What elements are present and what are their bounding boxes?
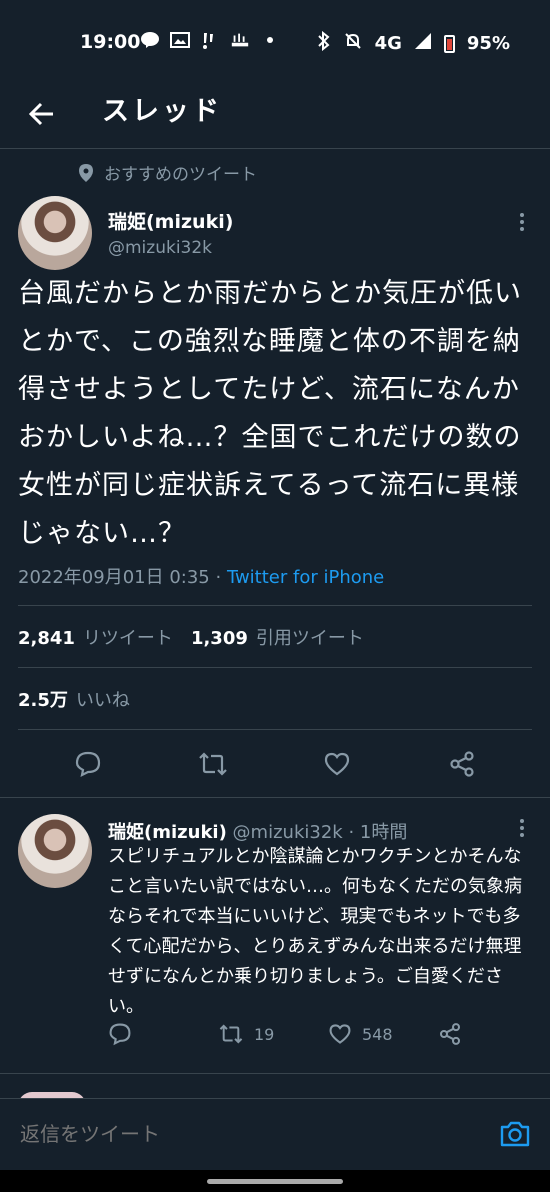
line-icon bbox=[140, 30, 160, 50]
battery-percent: 95% bbox=[466, 33, 510, 54]
heart-icon bbox=[325, 752, 350, 776]
reply-compose-bar bbox=[0, 1098, 550, 1171]
status-icons-right: 4G 95% bbox=[317, 30, 510, 56]
reply-retweet-count: 19 bbox=[254, 1024, 275, 1044]
divider bbox=[18, 605, 532, 606]
retweet-icon bbox=[219, 1024, 243, 1044]
tweet-meta: 2022年09月01日 0:35 · Twitter for iPhone bbox=[18, 563, 384, 589]
recommended-label: おすすめのツイート bbox=[78, 160, 257, 185]
status-icons-left bbox=[140, 30, 280, 50]
reply-like-count: 548 bbox=[362, 1024, 393, 1044]
comment-icon bbox=[76, 751, 101, 777]
divider bbox=[18, 667, 532, 668]
share-icon bbox=[450, 751, 474, 777]
quotes-stat[interactable]: 1,309 引用ツイート bbox=[191, 628, 364, 649]
likes-label: いいね bbox=[75, 690, 130, 711]
divider bbox=[0, 1073, 550, 1074]
reply-time: · 1時間 bbox=[348, 822, 408, 843]
reply-author-name[interactable]: 瑞姫(mizuki) bbox=[108, 822, 227, 843]
thread-header: スレッド bbox=[0, 84, 550, 149]
recommended-text: おすすめのツイート bbox=[104, 165, 257, 185]
reply-text: スピリチュアルとか陰謀論とかワクチンとかそんなこと言いたい訳ではない…。何もなく… bbox=[108, 846, 522, 1017]
more-vertical-icon bbox=[520, 213, 524, 231]
likes-stat[interactable]: 2.5万 いいね bbox=[18, 686, 130, 712]
retweets-label: リツイート bbox=[82, 628, 173, 649]
tweet-date[interactable]: 2022年09月01日 0:35 bbox=[18, 567, 210, 588]
home-gesture-pill[interactable] bbox=[207, 1179, 343, 1184]
tweet-actions bbox=[0, 744, 550, 784]
system-nav-bar bbox=[0, 1170, 550, 1192]
sports-icon bbox=[200, 30, 220, 50]
reply-reply-button[interactable] bbox=[108, 1022, 218, 1046]
more-options-button[interactable] bbox=[517, 212, 527, 232]
page-title: スレッド bbox=[102, 96, 222, 127]
divider bbox=[0, 797, 550, 798]
battery-icon bbox=[443, 34, 455, 53]
tweet-text: 台風だからとか雨だからとか気圧が低いとかで、この強烈な睡魔と体の不調を納得させよ… bbox=[18, 278, 522, 549]
reply-share-button[interactable] bbox=[438, 1022, 462, 1046]
heart-icon bbox=[329, 1024, 351, 1044]
reply-input[interactable] bbox=[18, 1121, 462, 1147]
reply-like-button[interactable]: 548 bbox=[328, 1022, 438, 1046]
author-name[interactable]: 瑞姫(mizuki) bbox=[108, 207, 233, 234]
more-vertical-icon bbox=[520, 819, 524, 837]
stats-row: 2,841 リツイート 1,309 引用ツイート bbox=[18, 624, 364, 650]
avatar[interactable] bbox=[18, 196, 92, 270]
quotes-label: 引用ツイート bbox=[255, 628, 364, 649]
status-time: 19:00 bbox=[80, 31, 141, 53]
camera-icon bbox=[500, 1121, 530, 1147]
mute-icon bbox=[343, 31, 363, 56]
reply-retweet-button[interactable]: 19 bbox=[218, 1022, 328, 1046]
author-handle[interactable]: @mizuki32k bbox=[108, 238, 212, 258]
cafe-icon bbox=[230, 30, 250, 50]
like-button[interactable] bbox=[317, 744, 357, 784]
reply-avatar[interactable] bbox=[18, 814, 92, 888]
status-bar: 19:00 4G 95% bbox=[0, 0, 550, 84]
meta-separator: · bbox=[209, 567, 227, 588]
retweet-button[interactable] bbox=[193, 744, 233, 784]
quotes-count: 1,309 bbox=[190, 628, 248, 649]
reply-author-handle[interactable]: @mizuki32k bbox=[233, 822, 343, 843]
share-button[interactable] bbox=[442, 744, 482, 784]
reply-actions: 19 548 bbox=[108, 1022, 468, 1046]
retweets-stat[interactable]: 2,841 リツイート bbox=[18, 628, 173, 649]
camera-button[interactable] bbox=[498, 1117, 532, 1151]
share-icon bbox=[439, 1023, 461, 1045]
reply-header: 瑞姫(mizuki) @mizuki32k · 1時間 bbox=[108, 818, 407, 844]
bluetooth-icon bbox=[317, 30, 331, 56]
retweet-icon bbox=[198, 752, 227, 776]
likes-count: 2.5万 bbox=[18, 690, 68, 711]
reply-button[interactable] bbox=[68, 744, 108, 784]
retweets-count: 2,841 bbox=[18, 628, 75, 649]
tweet-source[interactable]: Twitter for iPhone bbox=[227, 567, 384, 588]
location-pin-icon bbox=[79, 163, 93, 182]
signal-icon bbox=[414, 32, 432, 55]
divider bbox=[18, 729, 532, 730]
comment-icon bbox=[109, 1023, 131, 1046]
gallery-icon bbox=[170, 30, 190, 50]
dot-icon bbox=[260, 30, 280, 50]
arrow-left-icon bbox=[29, 102, 53, 126]
network-type: 4G bbox=[374, 33, 402, 54]
reply-more-options-button[interactable] bbox=[517, 818, 527, 838]
back-button[interactable] bbox=[22, 94, 62, 134]
